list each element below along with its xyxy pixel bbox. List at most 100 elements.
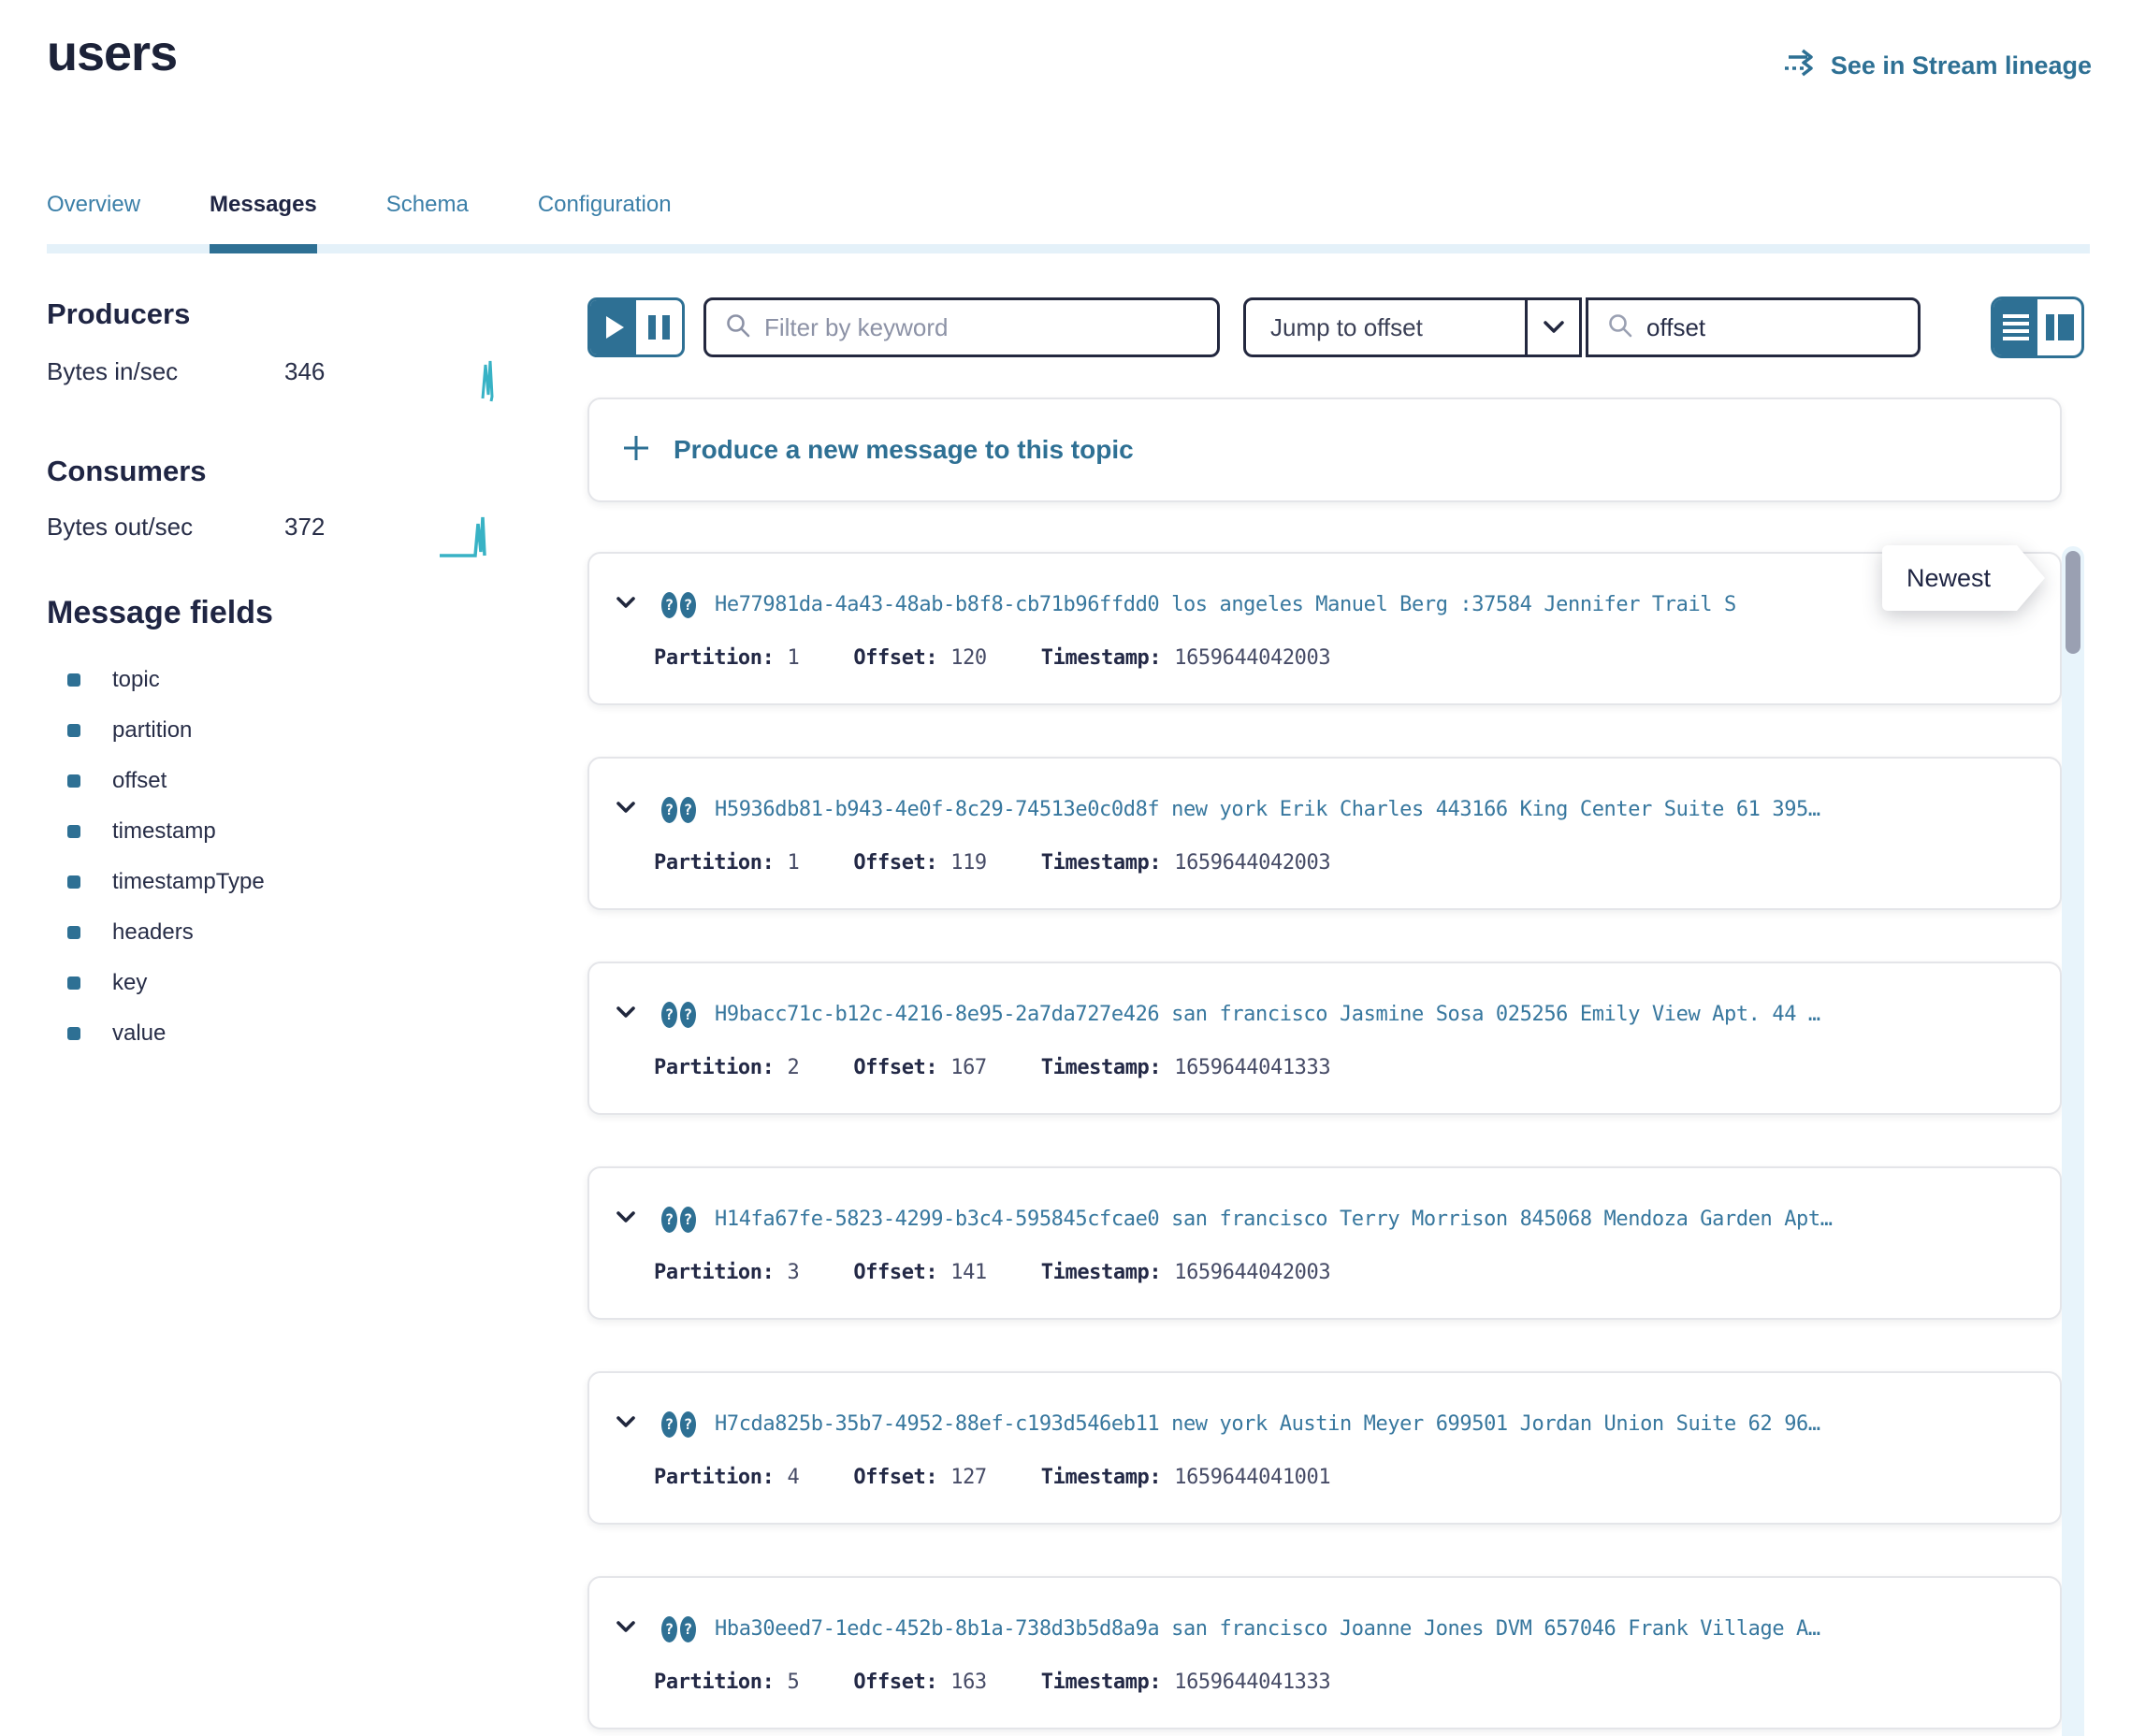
- stream-lineage-icon: [1784, 49, 1818, 83]
- timestamp-field: Timestamp:1659644041333: [1041, 1056, 1330, 1079]
- message-meta-row: Partition:5 Offset:163 Timestamp:1659644…: [654, 1671, 2034, 1694]
- bytes-out-sparkline: [438, 513, 503, 566]
- message-meta-row: Partition:4 Offset:127 Timestamp:1659644…: [654, 1466, 2034, 1489]
- field-checkbox-icon: [67, 724, 80, 737]
- scrollbar-thumb[interactable]: [2066, 551, 2080, 654]
- field-label: topic: [112, 667, 160, 693]
- field-checkbox-icon: [67, 825, 80, 838]
- column-view-button[interactable]: [2037, 299, 2081, 355]
- expand-chevron-icon[interactable]: [613, 1204, 639, 1235]
- message-field-item[interactable]: key: [47, 958, 440, 1008]
- stream-lineage-label: See in Stream lineage: [1831, 51, 2092, 80]
- offset-field: Offset:141: [853, 1261, 986, 1284]
- missing-glyph-icon: ??: [661, 1411, 696, 1438]
- field-label: offset: [112, 768, 167, 794]
- message-field-item[interactable]: timestampType: [47, 857, 440, 907]
- newest-tooltip-label: Newest: [1906, 564, 1991, 593]
- bytes-out-label: Bytes out/sec: [47, 513, 284, 542]
- message-summary: H9bacc71c-b12c-4216-8e95-2a7da727e426 sa…: [715, 1003, 1820, 1026]
- tab[interactable]: Schema: [386, 192, 469, 218]
- field-label: headers: [112, 919, 194, 946]
- missing-glyph-icon: ??: [661, 1002, 696, 1028]
- field-label: partition: [112, 717, 192, 744]
- message-meta-row: Partition:3 Offset:141 Timestamp:1659644…: [654, 1261, 2034, 1284]
- view-mode-toggle: [1991, 297, 2084, 358]
- tab[interactable]: Messages: [210, 192, 317, 218]
- message-field-item[interactable]: topic: [47, 655, 440, 705]
- expand-chevron-icon[interactable]: [613, 1409, 639, 1439]
- live-stream-toggle: [587, 297, 685, 357]
- message-card[interactable]: ?? Hba30eed7-1edc-452b-8b1a-738d3b5d8a9a…: [587, 1576, 2062, 1729]
- partition-field: Partition:1: [654, 851, 799, 875]
- jump-to-offset-select[interactable]: Jump to offset: [1243, 297, 1582, 357]
- tab-underline-track: [47, 244, 2090, 253]
- field-checkbox-icon: [67, 774, 80, 788]
- timestamp-field: Timestamp:1659644042003: [1041, 646, 1330, 670]
- field-label: timestampType: [112, 869, 265, 895]
- message-field-item[interactable]: headers: [47, 907, 440, 958]
- produce-message-button[interactable]: Produce a new message to this topic: [587, 398, 2062, 502]
- expand-chevron-icon[interactable]: [613, 999, 639, 1030]
- partition-field: Partition:4: [654, 1466, 799, 1489]
- expand-chevron-icon[interactable]: [613, 589, 639, 620]
- message-list: ?? He77981da-4a43-48ab-b8f8-cb71b96ffdd0…: [587, 552, 2062, 1736]
- message-card[interactable]: ?? H7cda825b-35b7-4952-88ef-c193d546eb11…: [587, 1371, 2062, 1525]
- offset-search-input[interactable]: [1646, 313, 1899, 342]
- message-summary-row: ?? Hba30eed7-1edc-452b-8b1a-738d3b5d8a9a…: [613, 1613, 2034, 1644]
- tab[interactable]: Overview: [47, 192, 140, 218]
- play-icon: [606, 316, 624, 339]
- message-summary: H7cda825b-35b7-4952-88ef-c193d546eb11 ne…: [715, 1412, 1820, 1436]
- plus-icon: [621, 433, 651, 468]
- active-tab-indicator: [210, 244, 317, 253]
- message-summary-row: ?? H14fa67fe-5823-4299-b3c4-595845cfcae0…: [613, 1204, 2034, 1235]
- message-summary: H14fa67fe-5823-4299-b3c4-595845cfcae0 sa…: [715, 1208, 1833, 1231]
- message-card[interactable]: ?? H5936db81-b943-4e0f-8c29-74513e0c0d8f…: [587, 757, 2062, 910]
- expand-chevron-icon[interactable]: [613, 794, 639, 825]
- partition-field: Partition:3: [654, 1261, 799, 1284]
- filter-keyword-input[interactable]: [764, 313, 1198, 342]
- expand-chevron-icon[interactable]: [613, 1613, 639, 1644]
- message-field-item[interactable]: partition: [47, 705, 440, 756]
- offset-field: Offset:163: [853, 1671, 986, 1694]
- stream-lineage-link[interactable]: See in Stream lineage: [1784, 49, 2092, 83]
- chevron-down-icon: [1525, 300, 1579, 354]
- message-card[interactable]: ?? He77981da-4a43-48ab-b8f8-cb71b96ffdd0…: [587, 552, 2062, 705]
- field-checkbox-icon: [67, 875, 80, 889]
- offset-field: Offset:119: [853, 851, 986, 875]
- pause-button[interactable]: [636, 300, 682, 354]
- partition-field: Partition:1: [654, 646, 799, 670]
- consumers-heading: Consumers: [47, 455, 207, 488]
- scrollbar-track[interactable]: [2062, 546, 2084, 1736]
- message-field-item[interactable]: timestamp: [47, 806, 440, 857]
- offset-field: Offset:127: [853, 1466, 986, 1489]
- timestamp-field: Timestamp:1659644042003: [1041, 851, 1330, 875]
- missing-glyph-icon: ??: [661, 592, 696, 618]
- message-card[interactable]: ?? H9bacc71c-b12c-4216-8e95-2a7da727e426…: [587, 962, 2062, 1115]
- list-view-button[interactable]: [1993, 299, 2037, 355]
- partition-field: Partition:2: [654, 1056, 799, 1079]
- offset-field: Offset:120: [853, 646, 986, 670]
- message-summary-row: ?? H9bacc71c-b12c-4216-8e95-2a7da727e426…: [613, 999, 2034, 1030]
- message-summary: He77981da-4a43-48ab-b8f8-cb71b96ffdd0 lo…: [715, 593, 1736, 616]
- message-card[interactable]: ?? H14fa67fe-5823-4299-b3c4-595845cfcae0…: [587, 1166, 2062, 1320]
- field-label: key: [112, 970, 147, 996]
- bytes-out-value: 372: [284, 513, 387, 542]
- filter-input-wrapper: [703, 297, 1220, 357]
- message-fields-heading: Message fields: [47, 595, 273, 631]
- column-view-icon: [2046, 314, 2074, 340]
- page-title: users: [47, 24, 177, 82]
- offset-search-wrapper: [1586, 297, 1921, 357]
- timestamp-field: Timestamp:1659644041333: [1041, 1671, 1330, 1694]
- message-field-item[interactable]: value: [47, 1008, 440, 1059]
- message-summary-row: ?? He77981da-4a43-48ab-b8f8-cb71b96ffdd0…: [613, 589, 2034, 620]
- producers-stat-row: Bytes in/sec 346: [47, 357, 503, 409]
- missing-glyph-icon: ??: [661, 1207, 696, 1233]
- message-field-item[interactable]: offset: [47, 756, 440, 806]
- field-checkbox-icon: [67, 926, 80, 939]
- topic-page: users See in Stream lineage Overview Mes…: [0, 0, 2131, 1736]
- timestamp-field: Timestamp:1659644042003: [1041, 1261, 1330, 1284]
- message-meta-row: Partition:1 Offset:120 Timestamp:1659644…: [654, 646, 2034, 670]
- play-button[interactable]: [590, 300, 636, 354]
- message-fields-list: topic partition offset timestamp timesta…: [47, 655, 440, 1059]
- tab[interactable]: Configuration: [538, 192, 672, 218]
